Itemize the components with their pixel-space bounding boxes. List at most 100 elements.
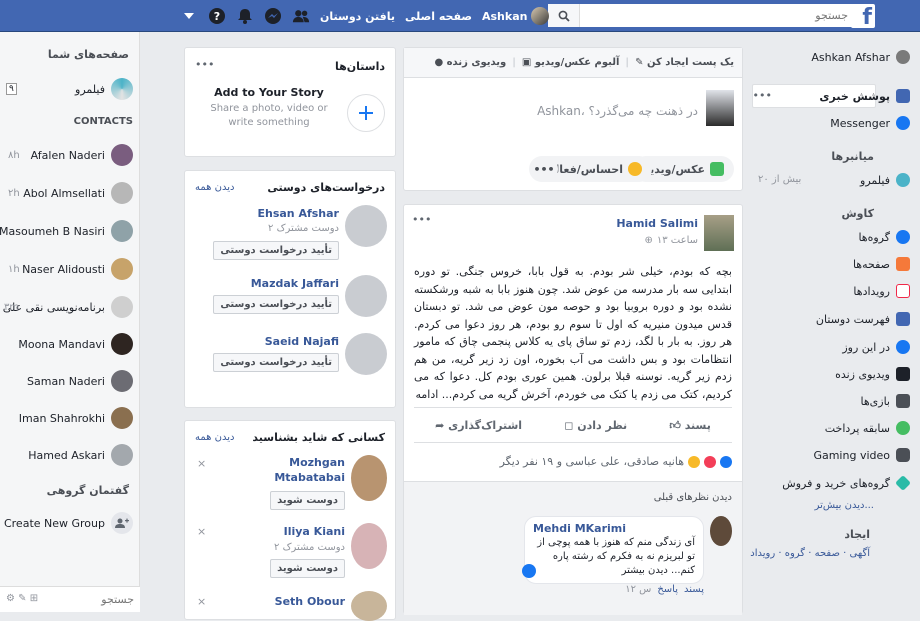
search-button[interactable] — [548, 4, 580, 27]
home-link[interactable]: صفحه اصلی — [405, 10, 472, 23]
post-author-name[interactable]: Hamid Salimi — [616, 217, 698, 230]
sidebar-item-live-video[interactable]: ویدیوی زنده — [835, 367, 910, 381]
comment-button[interactable]: ◻ نظر دادن — [564, 419, 627, 432]
tab-create-post[interactable]: ✎ یک پست ایجاد کن — [635, 57, 734, 68]
sidebar-item-messenger[interactable]: Messenger — [830, 116, 910, 130]
contact-item[interactable]: Iman Shahrokhi — [19, 407, 133, 429]
live-video-label: ویدیوی زنده — [835, 367, 890, 381]
profile-link[interactable]: Ashkan — [482, 7, 550, 25]
commenter-avatar[interactable] — [710, 516, 732, 546]
request-name[interactable]: Mazdak Jaffari — [251, 277, 339, 290]
like-button[interactable]: 👍︎ پسند — [669, 419, 711, 432]
dismiss-icon[interactable]: × — [197, 457, 206, 470]
stories-options-button[interactable]: ••• — [195, 58, 214, 71]
contact-name: Iman Shahrokhi — [18, 411, 105, 425]
contacts-title: CONTACTS — [73, 116, 133, 127]
love-reaction-icon — [704, 455, 716, 468]
search-input[interactable] — [584, 4, 854, 27]
see-all-pymk-link[interactable]: دیدن همه — [195, 432, 234, 443]
contact-time: ۱h — [8, 264, 20, 275]
commenter-name[interactable]: Mehdi MKarimi — [533, 522, 695, 536]
sidebar-item-buy-sell[interactable]: گروه‌های خرید و فروش — [782, 475, 911, 491]
add-story-subtitle: Share a photo, video or write something — [210, 103, 328, 128]
groups-icon — [896, 230, 910, 244]
contact-item[interactable]: برنامه‌نویسی نقی علی — [3, 296, 133, 318]
sidebar-item-on-this-day[interactable]: در این روز — [842, 340, 910, 354]
request-avatar[interactable] — [345, 275, 387, 317]
see-more-link[interactable]: دیدن بیش‌تر... — [815, 500, 874, 511]
contact-item[interactable]: Masoumeh B Nasiri — [0, 220, 133, 242]
confirm-request-button[interactable]: تأیید درخواست دوستی — [213, 353, 339, 372]
settings-caret-icon[interactable] — [180, 7, 198, 25]
tab-live-video[interactable]: ● ویدیوی زنده — [434, 57, 506, 68]
contact-item[interactable]: Hamed Askari — [28, 444, 133, 466]
contact-item[interactable]: Abol Almsellati — [23, 182, 133, 204]
news-feed-options-button[interactable]: ••• — [753, 89, 772, 102]
help-icon[interactable]: ? — [208, 7, 226, 25]
post-time[interactable]: ۱۳ ساعت — [657, 235, 698, 246]
pymk-avatar[interactable] — [351, 455, 387, 501]
friend-lists-label: فهرست دوستان — [815, 312, 890, 326]
facebook-logo-icon[interactable]: f — [851, 4, 875, 28]
post-meta: ۱۳ ساعت ⊕ — [644, 235, 698, 246]
composer-more-button[interactable]: ••• — [530, 156, 558, 182]
comment-like-link[interactable]: پسند — [684, 584, 704, 595]
chat-options-icons[interactable]: ⚙ ✎ ⊞ — [6, 593, 38, 604]
request-name[interactable]: Saeid Najafi — [265, 335, 339, 348]
sidebar-item-news-feed[interactable]: پوشش خبری — [819, 89, 910, 103]
contact-item[interactable]: Afalen Naderi — [31, 144, 133, 166]
profile-link-sidebar[interactable]: Ashkan Afshar — [811, 50, 910, 64]
pymk-avatar[interactable] — [351, 591, 387, 621]
composer-input[interactable]: Ashkan، در ذهنت چه می‌گذرد؟ — [537, 104, 698, 118]
pymk-name[interactable]: Iliya Kiani — [284, 525, 345, 538]
dismiss-icon[interactable]: × — [197, 525, 206, 538]
pymk-title: کسانی که شاید بشناسید — [252, 431, 385, 444]
sidebar-item-groups[interactable]: گروه‌ها — [858, 230, 910, 244]
messenger-label: Messenger — [830, 116, 890, 130]
gaming-video-label: Gaming video — [813, 448, 890, 462]
confirm-request-button[interactable]: تأیید درخواست دوستی — [213, 241, 339, 260]
confirm-request-button[interactable]: تأیید درخواست دوستی — [213, 295, 339, 314]
add-story-button[interactable] — [347, 94, 385, 132]
contact-item[interactable]: Saman Naderi — [27, 370, 133, 392]
pymk-name[interactable]: Mozhgan Mtabatabai — [245, 455, 345, 485]
pymk-avatar[interactable] — [351, 523, 387, 569]
contact-avatar — [111, 333, 133, 355]
sidebar-item-pages[interactable]: صفحه‌ها — [853, 257, 910, 271]
request-avatar[interactable] — [345, 205, 387, 247]
pymk-name[interactable]: Seth Obour — [275, 595, 345, 608]
add-friend-button[interactable]: دوست شوید — [270, 491, 345, 510]
create-group-label: Create New Group — [3, 516, 105, 530]
sidebar-item-payments[interactable]: سابقه پرداخت — [825, 421, 910, 435]
notifications-icon[interactable] — [236, 7, 254, 25]
dismiss-icon[interactable]: × — [197, 595, 206, 608]
post-author-avatar[interactable] — [704, 215, 734, 251]
profile-name: Ashkan — [482, 9, 528, 23]
find-friends-link[interactable]: یافتن دوستان — [320, 10, 395, 23]
add-story-text[interactable]: Add to Your Story Share a photo, video o… — [199, 86, 339, 130]
chat-search-input[interactable] — [50, 587, 134, 611]
sidebar-item-events[interactable]: رویدادها — [853, 284, 910, 298]
create-links[interactable]: آگهی · صفحه · گروه · رویداد — [750, 548, 870, 559]
sidebar-item-friend-lists[interactable]: فهرست دوستان — [816, 312, 910, 326]
sidebar-item-games[interactable]: بازی‌ها — [861, 394, 910, 408]
share-label: اشتراک‌گذاری — [448, 418, 523, 432]
share-button[interactable]: ➦ اشتراک‌گذاری — [435, 419, 522, 432]
reactions-row[interactable]: هانیه صادقی، علی عباسی و ۱۹ نفر دیگر — [500, 455, 732, 468]
friend-requests-icon[interactable] — [292, 7, 310, 25]
messenger-icon[interactable] — [264, 7, 282, 25]
comment-reply-link[interactable]: پاسخ — [657, 584, 678, 595]
post-options-button[interactable]: ••• — [412, 213, 431, 226]
sidebar-item-filmro[interactable]: فیلمرو — [860, 173, 910, 187]
add-friend-button[interactable]: دوست شوید — [270, 559, 345, 578]
sidebar-item-gaming-video[interactable]: Gaming video — [813, 448, 910, 462]
request-avatar[interactable] — [345, 333, 387, 375]
view-previous-comments-link[interactable]: دیدن نظرهای قبلی — [654, 492, 732, 503]
contact-item[interactable]: Moona Mandavi — [18, 333, 133, 355]
tab-photo-album[interactable]: ▣ آلبوم عکس/ویدیو — [522, 57, 620, 68]
page-item-filmro[interactable]: فیلمرو — [75, 78, 133, 100]
contact-item[interactable]: Naser Alidousti — [22, 258, 133, 280]
create-group-button[interactable]: Create New Group — [4, 512, 133, 534]
request-name[interactable]: Ehsan Afshar — [257, 207, 339, 220]
see-all-requests-link[interactable]: دیدن همه — [195, 182, 234, 193]
